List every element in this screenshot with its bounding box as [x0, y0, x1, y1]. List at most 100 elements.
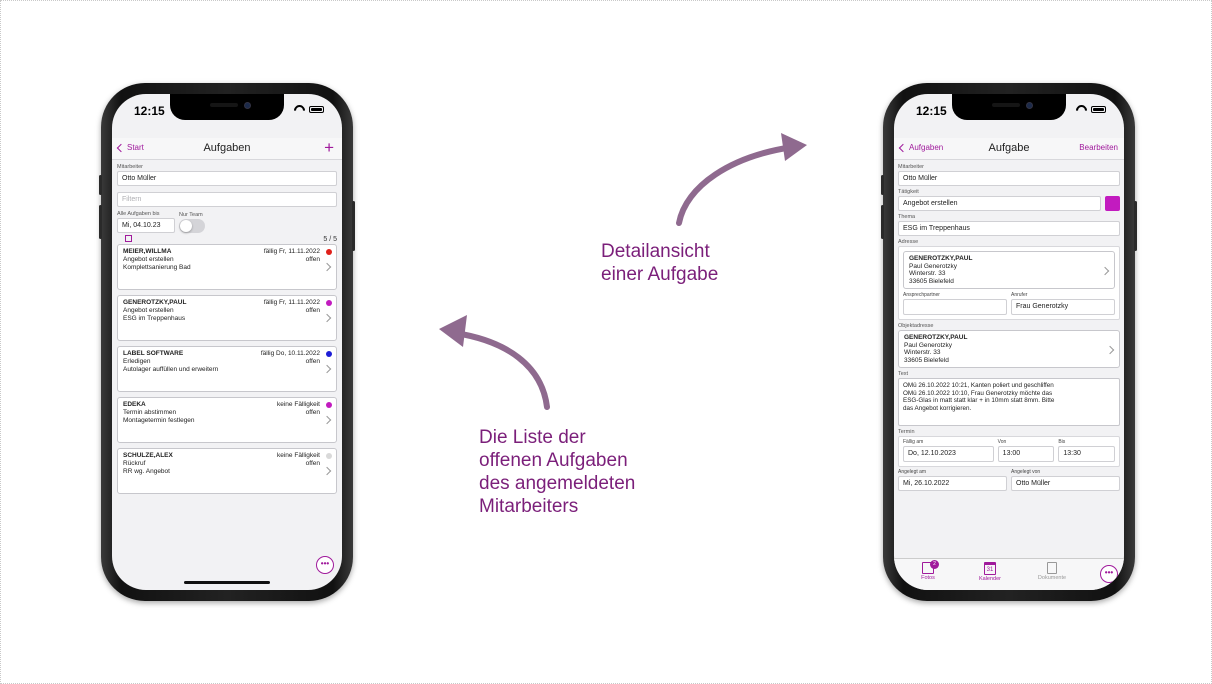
text-area[interactable]: OMü 26.10.2022 10:21, Kanten poliert und… [898, 378, 1120, 426]
phone-task-detail: 12:15 Aufgaben Aufgabe Bearbeiten Mitarb… [881, 83, 1137, 601]
task-status: offen [305, 460, 320, 467]
text-label: Text [898, 371, 909, 377]
task-status: offen [305, 358, 320, 365]
task-card[interactable]: EDEKA Termin abstimmen Montagetermin festl… [117, 397, 337, 443]
task-card[interactable]: MEIER,WILLMA Angebot erstellen Komplettsan… [117, 244, 337, 290]
task-activity: Angebot erstellen [123, 256, 174, 263]
task-status: offen [305, 307, 320, 314]
page-title: Aufgaben [203, 142, 251, 154]
adresse-label: Adresse [898, 239, 919, 245]
faellig-field[interactable]: Do, 12.10.2023 [903, 446, 994, 462]
edit-button[interactable]: Bearbeiten [1079, 143, 1118, 152]
von-label: Von [997, 439, 1007, 445]
objektadresse-label: Objektadresse [898, 323, 934, 329]
task-card[interactable]: GENEROTZKY,PAUL Angebot erstellen ESG im T… [117, 295, 337, 341]
filter-input[interactable]: Filtern [117, 192, 337, 207]
angelegt-von-label: Angelegt von [1011, 469, 1041, 475]
task-due: fällig Fr, 11.11.2022 [263, 299, 320, 306]
status-dot-icon [326, 402, 332, 408]
tab-bar: 2 Fotos 31 Kalender Dokumente ••• [894, 558, 1124, 590]
task-list: MEIER,WILLMA Angebot erstellen Komplettsan… [117, 244, 337, 494]
task-detail-content: Mitarbeiter Otto Müller Tätigkeit Angebo… [894, 161, 1124, 491]
ansprechpartner-label: Ansprechpartner [903, 292, 940, 298]
photos-badge: 2 [930, 560, 939, 569]
taetigkeit-label: Tätigkeit [898, 189, 919, 195]
task-due: fällig Do, 10.11.2022 [260, 350, 320, 357]
nur-team-toggle[interactable] [179, 219, 205, 233]
notch [170, 94, 284, 120]
thema-field[interactable]: ESG im Treppenhaus [898, 221, 1120, 236]
calendar-icon [125, 234, 132, 242]
status-dot-icon [326, 300, 332, 306]
battery-icon [309, 105, 324, 113]
caption-detail: Detailansicht einer Aufgabe [601, 241, 719, 285]
taetigkeit-color-swatch[interactable] [1105, 196, 1120, 211]
task-due: keine Fälligkeit [277, 452, 320, 459]
thema-label: Thema [898, 214, 916, 220]
mitarbeiter-label: Mitarbeiter [117, 164, 143, 170]
task-list-content: Mitarbeiter Otto Müller Filtern Alle Auf… [112, 161, 342, 499]
angelegt-am-field: Mi, 26.10.2022 [898, 476, 1007, 491]
bis-field[interactable]: 13:30 [1058, 446, 1116, 462]
taetigkeit-field[interactable]: Angebot erstellen [898, 196, 1101, 211]
termin-group: Fällig am Do, 12.10.2023 Von 13:00 Bis 1… [898, 436, 1120, 467]
ansprechpartner-field[interactable] [903, 299, 1007, 315]
mitarbeiter-field[interactable]: Otto Müller [898, 171, 1120, 186]
bis-label: Bis [1058, 439, 1066, 445]
task-topic: ESG im Treppenhaus [123, 315, 186, 322]
task-due: keine Fälligkeit [277, 401, 320, 408]
alle-aufgaben-label: Alle Aufgaben bis [117, 211, 160, 217]
status-time: 12:15 [916, 104, 947, 118]
mitarbeiter-field[interactable]: Otto Müller [117, 171, 337, 186]
nur-team-label: Nur Team [179, 212, 203, 218]
task-topic: Komplettsanierung Bad [123, 264, 191, 271]
task-activity: Erledigen [123, 358, 151, 365]
nav-bar: Aufgaben Aufgabe Bearbeiten [894, 138, 1124, 160]
adresse-group: GENEROTZKY,PAUL Paul Generotzky Winterst… [898, 246, 1120, 320]
adresse-card[interactable]: GENEROTZKY,PAUL Paul Generotzky Winterst… [903, 251, 1115, 289]
task-topic: RR wg. Angebot [123, 468, 170, 475]
slide: 12:15 Start Aufgaben + Mitarbeiter Otto … [0, 0, 1212, 684]
angelegt-am-label: Angelegt am [898, 469, 927, 475]
status-dot-icon [326, 453, 332, 459]
more-button[interactable]: ••• [1100, 565, 1118, 583]
von-field[interactable]: 13:00 [997, 446, 1055, 462]
status-dot-icon [326, 249, 332, 255]
mitarbeiter-label: Mitarbeiter [898, 164, 924, 170]
anrufer-label: Anrufer [1011, 292, 1028, 298]
termin-label: Termin [898, 429, 915, 435]
task-count: 5 / 5 [323, 236, 337, 243]
task-status: offen [305, 256, 320, 263]
objektadresse-card[interactable]: GENEROTZKY,PAUL Paul Generotzky Winterst… [898, 330, 1120, 368]
arrow-to-detail [676, 133, 807, 226]
anrufer-field[interactable]: Frau Generotzky [1011, 299, 1115, 315]
angelegt-von-field: Otto Müller [1011, 476, 1120, 491]
calendar-icon: 31 [984, 562, 996, 575]
status-time: 12:15 [134, 104, 165, 118]
task-due: fällig Fr, 11.11.2022 [263, 248, 320, 255]
tab-dokumente[interactable]: Dokumente [1032, 562, 1072, 581]
date-field[interactable]: Mi, 04.10.23 [117, 218, 175, 242]
plus-icon[interactable]: + [324, 138, 334, 158]
phone-task-list: 12:15 Start Aufgaben + Mitarbeiter Otto … [99, 83, 355, 601]
tab-kalender[interactable]: 31 Kalender [970, 562, 1010, 582]
notch [952, 94, 1066, 120]
caption-list: Die Liste der offenen Aufgaben des angem… [479, 427, 636, 517]
photos-icon: 2 [922, 560, 939, 574]
wifi-icon [294, 105, 305, 113]
nav-bar: Start Aufgaben + [112, 138, 342, 160]
home-indicator [184, 581, 270, 584]
task-detail-screen: 12:15 Aufgaben Aufgabe Bearbeiten Mitarb… [894, 94, 1124, 590]
battery-icon [1091, 105, 1106, 113]
task-card[interactable]: LABEL SOFTWARE Erledigen Autolager auffüll… [117, 346, 337, 392]
wifi-icon [1076, 105, 1087, 113]
task-card[interactable]: SCHULZE,ALEX Rückruf RR wg. Angebot keine F… [117, 448, 337, 494]
task-activity: Rückruf [123, 460, 146, 467]
arrow-to-list [439, 315, 550, 410]
tab-fotos[interactable]: 2 Fotos [908, 560, 948, 581]
more-button[interactable]: ••• [316, 556, 334, 574]
task-activity: Angebot erstellen [123, 307, 174, 314]
document-icon [1047, 562, 1057, 574]
status-dot-icon [326, 351, 332, 357]
task-status: offen [305, 409, 320, 416]
